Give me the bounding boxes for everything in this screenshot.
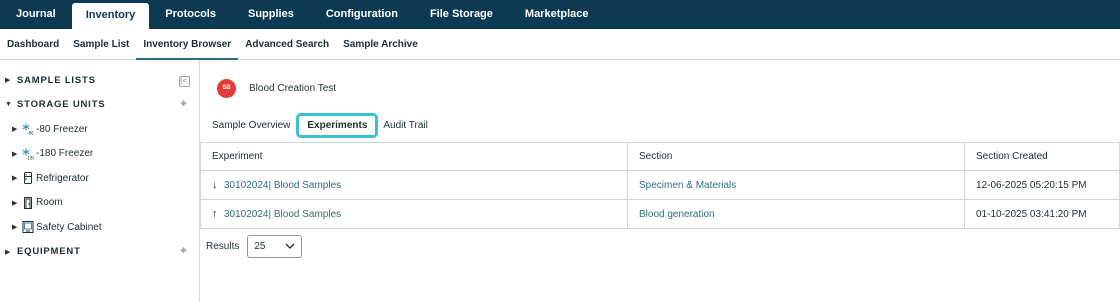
tab-audit-trail[interactable]: Audit Trail: [381, 120, 429, 131]
storage-item-room[interactable]: ▶ Room: [0, 191, 199, 216]
refrigerator-icon: [21, 172, 34, 185]
tab-sample-overview[interactable]: Sample Overview: [210, 120, 292, 131]
section-label: EQUIPMENT: [17, 246, 81, 258]
section-link[interactable]: Blood generation: [627, 199, 965, 229]
section-equipment[interactable]: ▶ EQUIPMENT ⌖: [0, 240, 199, 265]
svg-text:-180: -180: [26, 155, 34, 160]
svg-text:-80: -80: [27, 131, 34, 136]
storage-item-safety-cabinet[interactable]: ▶ Safety Cabinet: [0, 215, 199, 240]
tab-experiments[interactable]: Experiments: [296, 112, 379, 138]
caret-right-icon[interactable]: ▶: [12, 150, 21, 158]
caret-right-icon[interactable]: ▶: [12, 174, 21, 182]
storage-item-label: Safety Cabinet: [36, 221, 102, 233]
storage-item-180-freezer[interactable]: ▶ -180 -180 Freezer: [0, 142, 199, 167]
nav-tab-journal[interactable]: Journal: [0, 2, 72, 27]
crosshair-icon[interactable]: ⌖: [169, 245, 199, 258]
record-tabs: Sample Overview Experiments Audit Trail: [200, 110, 1120, 140]
section-created: 01-10-2025 03:41:20 PM: [964, 199, 1120, 229]
collapse-sidebar-icon[interactable]: |<: [178, 75, 190, 87]
storage-item-label: -80 Freezer: [36, 123, 88, 135]
section-link[interactable]: Specimen & Materials: [627, 170, 965, 200]
subnav-advanced-search[interactable]: Advanced Search: [238, 29, 336, 60]
page-title: Blood Creation Test: [249, 82, 337, 94]
section-label: STORAGE UNITS: [17, 99, 106, 111]
freezer-80-icon: -80: [21, 123, 34, 135]
chevron-down-icon: [285, 241, 295, 252]
caret-right-icon[interactable]: ▶: [12, 199, 21, 207]
column-header-section[interactable]: Section: [627, 142, 965, 171]
record-header: SB Blood Creation Test: [200, 68, 1120, 108]
column-header-section-created[interactable]: Section Created: [964, 142, 1120, 171]
nav-tab-inventory[interactable]: Inventory: [71, 3, 150, 29]
results-label: Results: [206, 241, 240, 252]
nav-tab-file-storage[interactable]: File Storage: [414, 2, 509, 27]
room-door-icon: [21, 196, 34, 209]
caret-right-icon[interactable]: ▶: [5, 76, 17, 84]
section-storage-units[interactable]: ▼ STORAGE UNITS ⌖: [0, 93, 199, 118]
main-panel: SB Blood Creation Test Sample Overview E…: [200, 60, 1120, 302]
nav-tab-marketplace[interactable]: Marketplace: [509, 2, 605, 27]
storage-item-label: Refrigerator: [36, 172, 89, 184]
arrow-down-icon[interactable]: ↓: [212, 179, 224, 191]
top-navigation: Journal Inventory Protocols Supplies Con…: [0, 0, 1120, 29]
table-header-row: Experiment Section Section Created: [200, 142, 1120, 171]
sub-navigation: Dashboard Sample List Inventory Browser …: [0, 29, 1120, 60]
caret-right-icon[interactable]: ▶: [12, 125, 21, 133]
section-label: SAMPLE LISTS: [17, 74, 96, 86]
freezer-180-icon: -180: [21, 148, 34, 160]
table-row: ↑ 30102024| Blood Samples Blood generatio…: [200, 199, 1120, 229]
subnav-sample-list[interactable]: Sample List: [66, 29, 136, 60]
results-value: 25: [254, 241, 266, 252]
caret-right-icon[interactable]: ▶: [12, 223, 21, 231]
storage-item-label: Room: [36, 197, 63, 209]
caret-down-icon[interactable]: ▼: [5, 101, 17, 108]
section-created: 12-06-2025 05:20:15 PM: [964, 170, 1120, 200]
storage-item-80-freezer[interactable]: ▶ -80 -80 Freezer: [0, 117, 199, 142]
subnav-inventory-browser[interactable]: Inventory Browser: [136, 29, 239, 60]
arrow-up-icon[interactable]: ↑: [212, 208, 224, 220]
crosshair-icon[interactable]: ⌖: [169, 98, 199, 111]
table-row: ↓ 30102024| Blood Samples Specimen & Mate…: [200, 170, 1120, 200]
section-sample-lists[interactable]: ▶ SAMPLE LISTS |<: [0, 68, 199, 93]
experiment-link[interactable]: 30102024| Blood Samples: [224, 180, 341, 191]
subnav-dashboard[interactable]: Dashboard: [0, 29, 66, 60]
experiment-link[interactable]: 30102024| Blood Samples: [224, 209, 341, 220]
nav-tab-configuration[interactable]: Configuration: [310, 2, 414, 27]
experiments-table: Experiment Section Section Created ↓ 3010…: [200, 142, 1120, 229]
inventory-sidebar: ▶ SAMPLE LISTS |< ▼ STORAGE UNITS ⌖ ▶ -8…: [0, 60, 200, 302]
storage-item-refrigerator[interactable]: ▶ Refrigerator: [0, 166, 199, 191]
column-header-experiment[interactable]: Experiment: [200, 142, 628, 171]
caret-right-icon[interactable]: ▶: [5, 248, 17, 256]
nav-tab-protocols[interactable]: Protocols: [149, 2, 232, 27]
storage-item-label: -180 Freezer: [36, 148, 94, 160]
results-select[interactable]: 25: [247, 235, 303, 258]
subnav-sample-archive[interactable]: Sample Archive: [336, 29, 425, 60]
results-per-page: Results 25: [200, 235, 1120, 258]
safety-cabinet-icon: [21, 221, 34, 234]
avatar: SB: [217, 78, 236, 98]
nav-tab-supplies[interactable]: Supplies: [232, 2, 310, 27]
